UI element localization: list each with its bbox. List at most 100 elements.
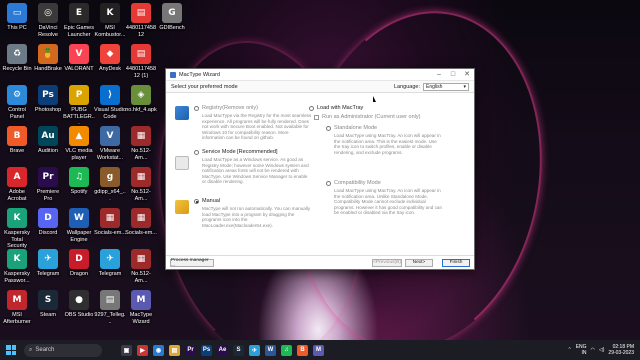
chevron-up-icon[interactable]: ⌃ xyxy=(567,347,571,353)
taskbar-app-icon[interactable]: ▣ xyxy=(121,344,132,356)
desktop-icon-label: MSI Kombustor... xyxy=(94,25,126,38)
desktop-icon[interactable]: ▦ No.512-Am... xyxy=(125,167,157,202)
desktop-icon[interactable]: A Adobe Acrobat xyxy=(1,167,33,202)
taskbar-app-icon[interactable]: S xyxy=(233,344,244,356)
desktop-icon[interactable]: K MSI Kombustor... xyxy=(94,3,126,38)
desktop-icon[interactable]: ▭ This PC xyxy=(1,3,33,32)
radio-standalone[interactable] xyxy=(326,126,331,131)
desktop-icon[interactable]: ▦ Socials-em... xyxy=(94,208,126,237)
taskbar-search[interactable]: ⌕ Search xyxy=(24,343,102,357)
process-manager-button[interactable]: Process manager ... xyxy=(170,258,214,268)
desktop-icon-label: Telegram xyxy=(36,271,60,277)
option-service[interactable]: Service Mode [Recommended] Load MacType … xyxy=(194,149,312,185)
desktop-icon[interactable]: ♻ Recycle Bin xyxy=(1,44,33,73)
desktop-icon[interactable]: Au Audition xyxy=(32,126,64,155)
taskbar-app-icon[interactable]: ▤ xyxy=(169,344,180,356)
wizard-header: Select your preferred mode Language: Eng… xyxy=(166,81,474,93)
radio-mactray[interactable] xyxy=(309,106,314,111)
taskbar-app-icon[interactable]: ▶ xyxy=(137,344,148,356)
desktop-icon[interactable]: M MacType Wizard xyxy=(125,290,157,325)
desktop-icon[interactable]: ▤ 9297_Telleg... xyxy=(94,290,126,325)
radio-manual[interactable] xyxy=(194,199,199,204)
taskbar-app-icon[interactable]: B xyxy=(297,344,308,356)
language-select[interactable]: English ▾ xyxy=(423,82,469,91)
desktop-icon[interactable]: B Brave xyxy=(1,126,33,155)
taskbar-app-icon[interactable]: W xyxy=(265,344,276,356)
option-title: Service Mode [Recommended] xyxy=(202,149,278,155)
taskbar-app-icon[interactable]: ♫ xyxy=(281,344,292,356)
desktop-icon[interactable]: Ps Photoshop xyxy=(32,85,64,114)
title-bar[interactable]: MacType Wizard – □ ✕ xyxy=(166,69,474,81)
desktop-icon[interactable]: ✈ Telegram xyxy=(94,249,126,278)
option-compatibility[interactable]: Compatibility Mode Load MacType using Ma… xyxy=(326,180,444,216)
desktop-icon[interactable]: G GDIBench xyxy=(156,3,188,32)
desktop-icon[interactable]: ◈ no.hkf_4.apk xyxy=(125,85,157,114)
previous-button[interactable]: <Previous(B) xyxy=(372,258,402,267)
desktop-icon[interactable]: K Kaspersky Total Security xyxy=(1,208,33,250)
desktop-icon[interactable]: E Epic Games Launcher xyxy=(63,3,95,38)
radio-service[interactable] xyxy=(194,150,199,155)
app-icon: Ps xyxy=(38,85,58,105)
desktop-icon[interactable]: ◎ DaVinci Resolve xyxy=(32,3,64,38)
volume-icon[interactable]: ◁) xyxy=(599,347,605,353)
desktop-icon-label: gdipp_x64_... xyxy=(94,189,126,202)
run-as-admin-option[interactable]: Run as Administrator (Current user only) xyxy=(314,114,420,122)
desktop-icon[interactable]: ▦ No.512-Am... xyxy=(125,126,157,161)
desktop-icon[interactable]: D Discord xyxy=(32,208,64,237)
desktop-icon[interactable]: V VALORANT xyxy=(63,44,95,73)
finish-button[interactable]: Finish xyxy=(442,258,470,267)
run-as-admin-checkbox[interactable] xyxy=(314,115,319,120)
desktop-icon[interactable]: Pr Premiere Pro xyxy=(32,167,64,202)
minimize-icon[interactable]: – xyxy=(432,69,446,81)
option-desc: Load MacType via the Registry for the mo… xyxy=(202,113,312,141)
taskbar-app-icon[interactable]: ◉ xyxy=(153,344,164,356)
option-mactray[interactable]: Load with MacTray xyxy=(309,105,363,113)
desktop-icon[interactable]: ▦ Socials-em... xyxy=(125,208,157,237)
wifi-icon[interactable]: ◠ xyxy=(591,347,595,353)
desktop-icon[interactable]: ♫ Spotify xyxy=(63,167,95,196)
desktop-icon[interactable]: S Steam xyxy=(32,290,64,319)
option-manual[interactable]: Manual MacType will not run automaticall… xyxy=(194,198,312,228)
taskbar-app-icon[interactable]: Ae xyxy=(217,344,228,356)
radio-registry[interactable] xyxy=(194,106,199,111)
desktop-icon[interactable]: W Wallpaper Engine xyxy=(63,208,95,243)
app-icon: ▤ xyxy=(131,44,151,64)
desktop-icon[interactable]: ⚙ Control Panel xyxy=(1,85,33,120)
mouse-cursor-icon xyxy=(373,96,376,102)
radio-compatibility[interactable] xyxy=(326,181,331,186)
search-icon: ⌕ xyxy=(29,346,33,353)
option-standalone[interactable]: Standalone Mode Load MacType using MacTr… xyxy=(326,125,444,155)
taskbar-app-icon[interactable]: ✈ xyxy=(249,344,260,356)
language-indicator[interactable]: ENG IN xyxy=(576,344,587,356)
app-icon: Au xyxy=(38,126,58,146)
desktop-icon[interactable]: ⟩ Visual Studio Code xyxy=(94,85,126,120)
desktop-icon[interactable]: V VMware Workstat... xyxy=(94,126,126,161)
close-icon[interactable]: ✕ xyxy=(460,69,474,81)
desktop-icon[interactable]: 🍍 HandBrake xyxy=(32,44,64,73)
clock[interactable]: 02:18 PM 29-03-2023 xyxy=(608,344,634,356)
taskbar-app-icon[interactable]: Pr xyxy=(185,344,196,356)
next-button[interactable]: Next> xyxy=(405,258,433,267)
desktop-icon[interactable]: M MSI Afterburner xyxy=(1,290,33,325)
desktop-icon[interactable]: ▤ 448011745812 (1) xyxy=(125,44,157,79)
desktop-icon[interactable]: ▤ 448011745812 xyxy=(125,3,157,38)
desktop-icon[interactable]: ◆ AnyDesk xyxy=(94,44,126,73)
desktop-icon[interactable]: ● OBS Studio xyxy=(63,290,95,319)
start-button[interactable] xyxy=(6,345,16,355)
taskbar-app-icon[interactable]: Ps xyxy=(201,344,212,356)
desktop-icon-label: MSI Afterburner xyxy=(3,312,31,325)
mactype-wizard-window[interactable]: MacType Wizard – □ ✕ Select your preferr… xyxy=(165,68,475,270)
desktop-icon-label: No.512-Am... xyxy=(131,148,151,161)
desktop-icon[interactable]: ✈ Telegram xyxy=(32,249,64,278)
desktop-icon[interactable]: ▲ VLC media player xyxy=(63,126,95,161)
desktop-icon[interactable]: K Kaspersky Passwor... xyxy=(1,249,33,284)
app-icon: M xyxy=(131,290,151,310)
desktop-icon[interactable]: P PUBG BATTLEGR... xyxy=(63,85,95,127)
app-icon: K xyxy=(100,3,120,23)
option-registry[interactable]: Registry(Remove only) Load MacType via t… xyxy=(194,105,312,141)
taskbar-app-icon[interactable]: M xyxy=(313,344,324,356)
desktop-icon[interactable]: D Dragon xyxy=(63,249,95,278)
desktop-icon[interactable]: ▦ No.512-Am... xyxy=(125,249,157,284)
maximize-icon[interactable]: □ xyxy=(446,69,460,81)
desktop-icon[interactable]: g gdipp_x64_... xyxy=(94,167,126,202)
